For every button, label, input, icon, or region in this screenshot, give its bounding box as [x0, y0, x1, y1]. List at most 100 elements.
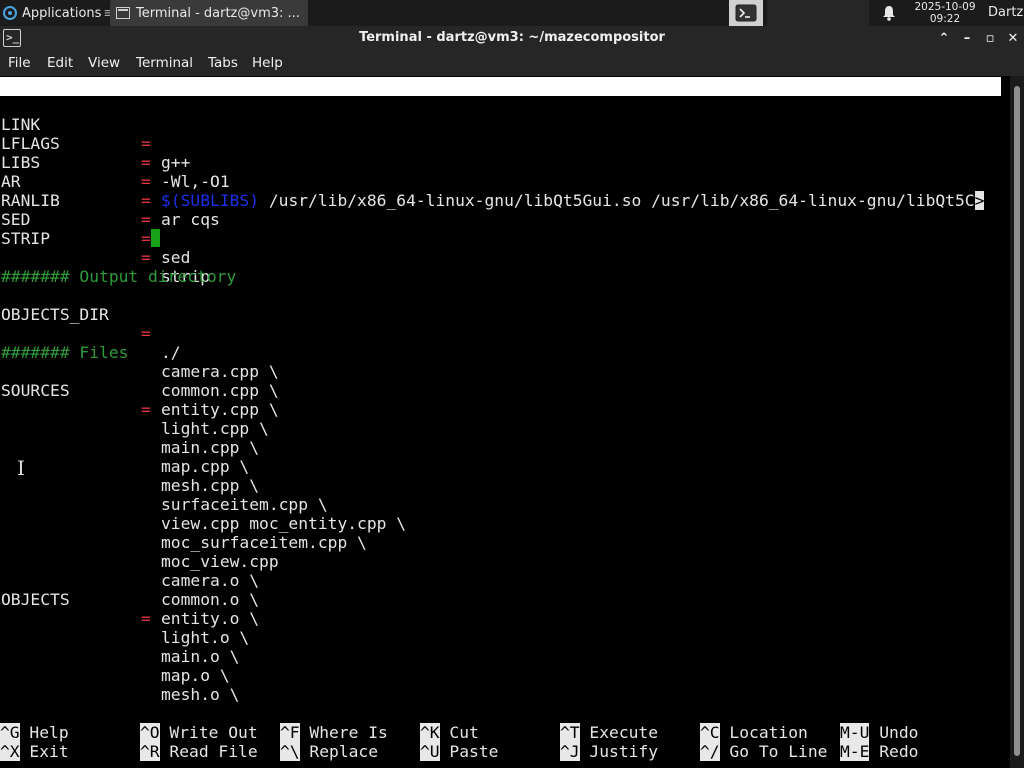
source-file: moc_surfaceitem.cpp \ [161, 533, 367, 552]
workspace-1-button[interactable] [729, 0, 763, 26]
shortcut-paste[interactable]: ^U Paste [420, 742, 498, 761]
shortcut-go-to-line[interactable]: ^/ Go To Line [700, 742, 827, 761]
shortcut-write-out[interactable]: ^O Write Out [140, 723, 258, 742]
menu-view[interactable]: View [88, 51, 120, 76]
nano-header: GNU nano 8.4 Makefile [0, 77, 1001, 134]
shortcut-justify[interactable]: ^J Justify [560, 742, 658, 761]
shortcut-undo[interactable]: M-U Undo [840, 723, 918, 742]
taskbar-terminal-label: Terminal - dartz@vm3: ... [136, 5, 300, 21]
nano-filename: Makefile [480, 115, 559, 134]
window-titlebar[interactable]: >_ Terminal - dartz@vm3: ~/mazecomposito… [0, 26, 1024, 51]
mouse-ibeam-cursor-icon: I [17, 456, 25, 480]
shortcut-read-file[interactable]: ^R Read File [140, 742, 258, 761]
applications-label: Applications [22, 5, 102, 21]
comment-output-directory: ####### Output directory [0, 248, 236, 286]
menu-help[interactable]: Help [252, 51, 283, 76]
xfce-logo-icon [3, 6, 17, 20]
terminal-icon [735, 4, 757, 22]
shade-window-icon[interactable]: ⌃ [933, 26, 955, 51]
assign-op: = [141, 324, 151, 343]
notification-bell-icon[interactable] [882, 5, 896, 25]
object-file: camera.o \ [161, 571, 260, 590]
assign-op: = [141, 400, 151, 419]
assign-op: = [141, 210, 151, 229]
var-value: -Wl,-O1 [161, 172, 230, 191]
sublibs-variable: $(SUBLIBS) [161, 191, 260, 210]
source-file: main.cpp \ [161, 438, 260, 457]
shortcut-help[interactable]: ^G Help [0, 723, 69, 742]
line-lflags: LFLAGS = -Wl,-O1 [0, 115, 230, 191]
top-panel: Applications ≡ Terminal - dartz@vm3: ...… [0, 0, 1024, 26]
source-file: moc_view.cpp [161, 552, 279, 571]
line-sed: SED = sed [0, 191, 190, 267]
line-objects: OBJECTS = [0, 571, 151, 628]
assign-op: = [141, 153, 151, 172]
source-file: light.cpp \ [161, 419, 269, 438]
var-value: ar cqs [161, 210, 220, 229]
shortcut-location[interactable]: ^C Location [700, 723, 808, 742]
line-strip: STRIP = strip [0, 210, 210, 286]
menu-edit[interactable]: Edit [47, 51, 73, 76]
line-link: LINK = g++ [0, 96, 190, 172]
menu-terminal[interactable]: Terminal [136, 51, 193, 76]
minimize-window-icon[interactable]: – [956, 26, 978, 51]
source-file: view.cpp moc_entity.cpp \ [161, 514, 407, 533]
line-ar: AR = ar cqs [0, 153, 220, 229]
window-title: Terminal - dartz@vm3: ~/mazecompositor [359, 30, 665, 45]
var-value: $(SUBLIBS) /usr/lib/x86_64-linux-gnu/lib… [161, 191, 985, 210]
assign-op: = [141, 609, 151, 628]
object-file: mesh.o \ [161, 685, 240, 704]
line-objects-dir: OBJECTS_DIR = ./ [0, 286, 181, 362]
object-file: map.o \ [161, 666, 230, 685]
var-value: sed [161, 248, 191, 267]
assign-op: = [141, 229, 151, 248]
scrollbar-thumb[interactable] [1014, 86, 1020, 756]
line-truncated-marker: > [974, 191, 985, 210]
object-file: common.o \ [161, 590, 260, 609]
terminal-scrollbar[interactable] [1010, 76, 1024, 768]
comment-text: ####### Output directory [1, 267, 237, 286]
shortcut-execute[interactable]: ^T Execute [560, 723, 658, 742]
source-file: common.cpp \ [161, 381, 279, 400]
workspace-3-button[interactable] [801, 0, 835, 26]
clock[interactable]: 2025-10-09 09:22 [912, 1, 978, 25]
user-menu[interactable]: Dartz [988, 0, 1023, 26]
shortcut-where-is[interactable]: ^F Where Is [280, 723, 388, 742]
object-file: entity.o \ [161, 609, 260, 628]
source-file: entity.cpp \ [161, 400, 279, 419]
line-ranlib: RANLIB = [0, 172, 160, 247]
object-file: light.o \ [161, 628, 250, 647]
var-name: OBJECTS_DIR [1, 305, 109, 324]
menubar: File Edit View Terminal Tabs Help [0, 51, 1024, 76]
object-file: main.o \ [161, 647, 240, 666]
assign-op: = [141, 248, 151, 267]
shortcut-replace[interactable]: ^\ Replace [280, 742, 378, 761]
workspace-4-button[interactable] [835, 0, 869, 26]
var-name: SOURCES [1, 381, 70, 400]
source-file: surfaceitem.cpp \ [161, 495, 328, 514]
comment-files: ####### Files [0, 324, 128, 362]
terminal-window-icon [116, 7, 130, 19]
clock-date: 2025-10-09 [914, 1, 976, 13]
terminal-area[interactable]: GNU nano 8.4 Makefile LINK = g++ LFLAGS … [0, 76, 1010, 768]
maximize-window-icon[interactable]: ▫ [979, 26, 1001, 51]
source-file: map.cpp \ [161, 457, 250, 476]
var-name: STRIP [1, 229, 51, 248]
var-value: g++ [161, 153, 191, 172]
source-file: mesh.cpp \ [161, 476, 260, 495]
var-value: ./ [161, 343, 181, 362]
shortcut-redo[interactable]: M-E Redo [840, 742, 918, 761]
applications-menu-button[interactable]: Applications ≡ [0, 0, 114, 26]
line-libs: LIBS = $(SUBLIBS) /usr/lib/x86_64-linux-… [0, 134, 1001, 210]
source-file: camera.cpp \ [161, 362, 279, 381]
menu-file[interactable]: File [8, 51, 31, 76]
shortcut-exit[interactable]: ^X Exit [0, 742, 69, 761]
shortcut-cut[interactable]: ^K Cut [420, 723, 479, 742]
close-window-icon[interactable]: ✕ [1002, 26, 1024, 51]
menu-tabs[interactable]: Tabs [208, 51, 238, 76]
text-cursor [151, 229, 160, 248]
workspace-2-button[interactable] [767, 0, 801, 26]
comment-text: ####### Files [1, 343, 129, 362]
libs-paths: /usr/lib/x86_64-linux-gnu/libQt5Gui.so /… [259, 191, 975, 210]
taskbar-terminal-button[interactable]: Terminal - dartz@vm3: ... [110, 0, 308, 26]
